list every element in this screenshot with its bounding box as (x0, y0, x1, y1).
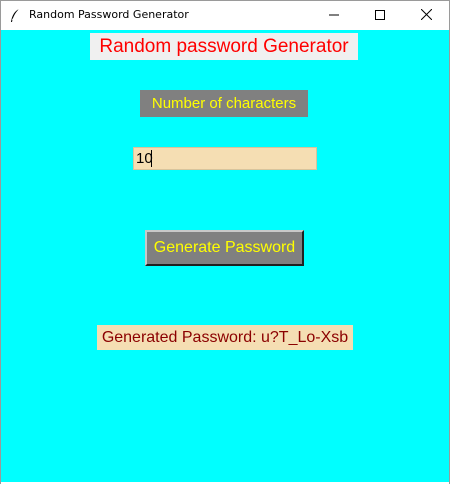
minimize-button[interactable] (311, 1, 357, 30)
length-label: Number of characters (140, 90, 308, 117)
main-panel: Random password Generator Number of char… (1, 30, 449, 482)
generated-password-label: Generated Password: u?T_Lo-Xsb (97, 325, 353, 350)
close-button[interactable] (403, 1, 449, 30)
maximize-button[interactable] (357, 1, 403, 30)
title-bar[interactable]: Random Password Generator (1, 1, 449, 30)
window-title: Random Password Generator (29, 8, 189, 21)
minimize-icon (329, 7, 339, 25)
maximize-icon (375, 7, 385, 25)
page-title: Random password Generator (90, 33, 358, 60)
app-window: Random Password Generator Random passwor… (0, 0, 450, 484)
text-cursor (151, 150, 152, 167)
generate-password-button[interactable]: Generate Password (145, 230, 304, 266)
close-icon (420, 7, 432, 25)
length-input[interactable] (133, 147, 317, 170)
feather-icon (9, 8, 21, 24)
